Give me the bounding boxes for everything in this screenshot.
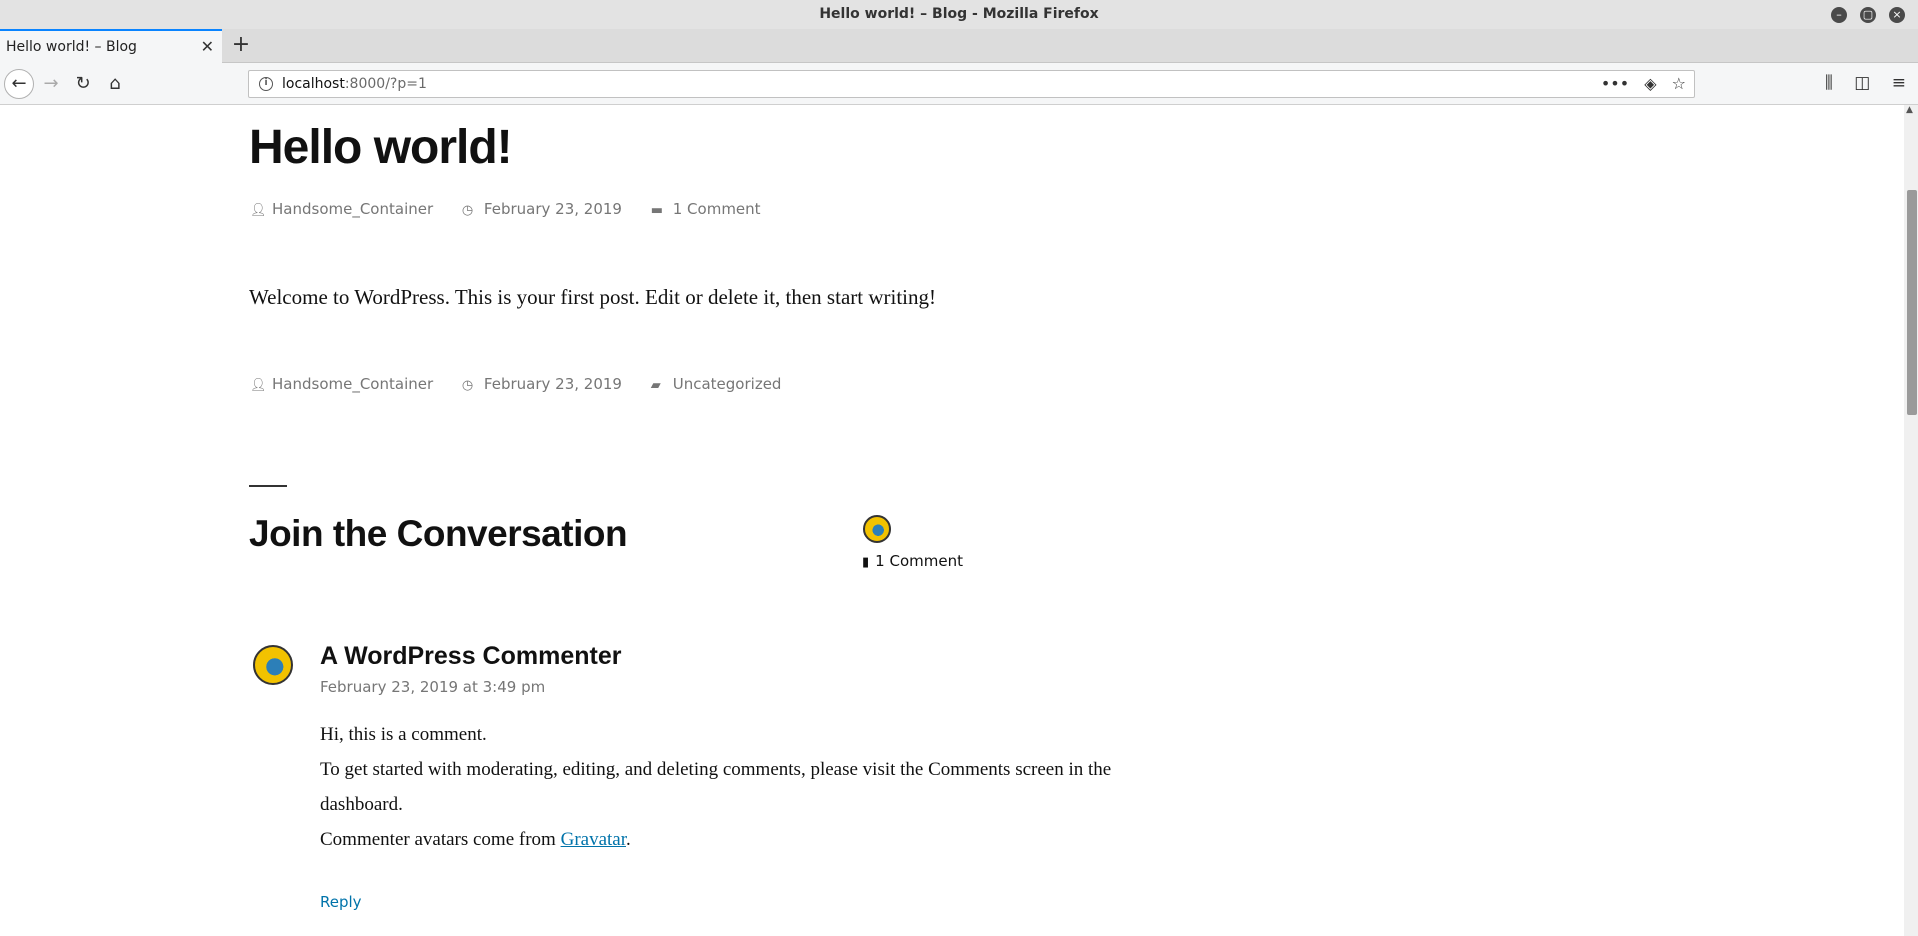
close-icon[interactable]: × [1889,7,1905,23]
user-icon: 👤︎ [250,378,267,393]
comment-line: Hi, this is a comment. [320,724,487,745]
window-titlebar: Hello world! – Blog - Mozilla Firefox – … [0,0,1918,29]
comment-icon: ▬ [650,203,664,218]
page-scrollbar[interactable]: ▲ [1904,105,1918,936]
minimize-icon[interactable]: – [1831,7,1847,23]
back-icon[interactable]: ← [4,69,34,99]
post-body: Welcome to WordPress. This is your first… [249,285,936,309]
section-divider [249,485,287,487]
user-icon: 👤︎ [250,203,267,218]
commenter-avatar-small [863,515,891,543]
maximize-icon[interactable]: ▢ [1860,7,1876,23]
comment-line: Commenter avatars come from Gravatar. [320,822,1180,857]
reload-icon[interactable]: ↻ [70,71,96,97]
toolbar-right: ⫼ ◫ ≡ [1809,73,1906,93]
comment-line: To get started with moderating, editing,… [320,759,1112,815]
scrollbar-thumb[interactable] [1907,190,1917,415]
url-actions: ••• ◈ ☆ [1591,74,1686,93]
post-date-link[interactable]: February 23, 2019 [484,200,622,218]
scroll-up-icon[interactable]: ▲ [1906,105,1913,115]
commenter-avatar [253,645,293,685]
post-meta: 👤︎ Handsome_Container ◷ February 23, 2019 … [250,200,785,218]
forward-icon[interactable]: → [38,71,64,97]
sidebar-icon[interactable]: ◫ [1854,73,1870,93]
site-info-icon[interactable]: i [259,77,273,91]
conversation-count: ▮ 1 Comment [862,552,963,570]
reply-link[interactable]: Reply [320,893,362,911]
comment-bubble-icon: ▮ [862,555,870,570]
comment-text: . [626,829,631,850]
conversation-title: Join the Conversation [249,513,628,554]
tab-close-icon[interactable]: ✕ [201,37,214,56]
folder-icon: ▰ [650,378,661,393]
tab-hello-world[interactable]: Hello world! – Blog ✕ [0,29,222,63]
post-comments-link[interactable]: 1 Comment [673,200,761,218]
navigation-toolbar: ← → ↻ ⌂ i localhost:8000/?p=1 ••• ◈ ☆ ⫼ … [0,63,1918,105]
footer-date: ◷ February 23, 2019 [462,375,622,393]
footer-author: 👤︎ Handsome_Container [250,375,433,393]
tab-bar: Hello world! – Blog ✕ + [0,29,1918,63]
footer-date-link[interactable]: February 23, 2019 [484,375,622,393]
footer-category: ▰ Uncategorized [651,375,782,393]
library-icon[interactable]: ⫼ [1825,73,1833,93]
conversation-count-label: 1 Comment [875,552,963,570]
comment-author: A WordPress Commenter [320,642,622,670]
comment-date[interactable]: February 23, 2019 at 3:49 pm [320,678,545,696]
post-author: 👤︎ Handsome_Container [250,200,433,218]
window-title: Hello world! – Blog - Mozilla Firefox [819,6,1099,22]
post-author-link[interactable]: Handsome_Container [272,200,433,218]
url-path: :8000/?p=1 [344,76,427,92]
post-title: Hello world! [249,121,513,174]
comment-body: Hi, this is a comment. To get started wi… [320,717,1180,857]
clock-icon: ◷ [461,378,474,393]
footer-author-link[interactable]: Handsome_Container [272,375,433,393]
url-host: localhost [282,76,345,92]
page-content: Hello world! 👤︎ Handsome_Container ◷ Febru… [0,105,1904,936]
tab-label: Hello world! – Blog [6,39,137,55]
page-actions-icon[interactable]: ••• [1601,74,1629,93]
url-bar[interactable]: i localhost:8000/?p=1 ••• ◈ ☆ [248,70,1695,98]
post-footer-meta: 👤︎ Handsome_Container ◷ February 23, 2019 … [250,375,805,393]
menu-icon[interactable]: ≡ [1892,73,1906,93]
url-text: localhost:8000/?p=1 [282,76,427,92]
post-date: ◷ February 23, 2019 [462,200,622,218]
clock-icon: ◷ [461,203,474,218]
bookmark-star-icon[interactable]: ☆ [1672,74,1686,93]
category-link[interactable]: Uncategorized [673,375,782,393]
home-icon[interactable]: ⌂ [102,71,128,97]
pocket-icon[interactable]: ◈ [1644,74,1656,93]
post-comments: ▬ 1 Comment [651,200,761,218]
gravatar-link[interactable]: Gravatar [561,829,626,850]
comment-text: Commenter avatars come from [320,829,561,850]
new-tab-icon[interactable]: + [228,32,254,58]
